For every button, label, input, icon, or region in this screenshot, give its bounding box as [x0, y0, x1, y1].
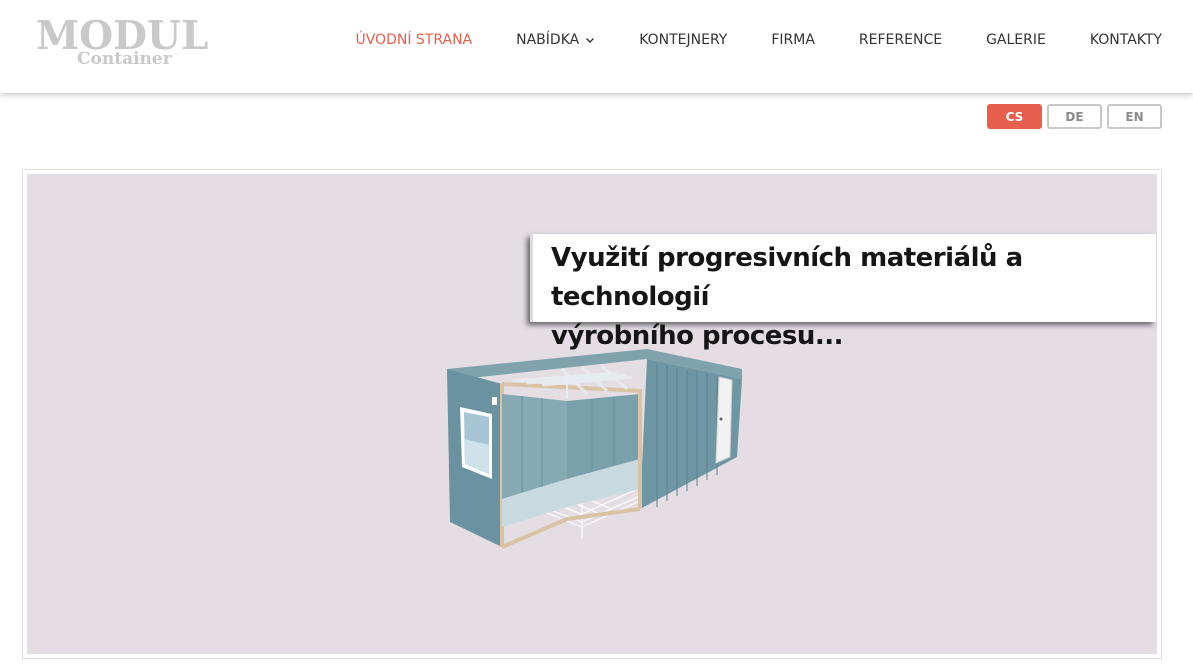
lang-button-en[interactable]: EN	[1107, 104, 1162, 129]
nav-item-label: FIRMA	[771, 32, 815, 48]
slide-caption: Využití progresivních materiálů a techno…	[530, 234, 1156, 351]
nav-item-label: KONTAKTY	[1089, 32, 1162, 48]
nav-item-uvodni-strana[interactable]: ÚVODNÍ STRANA	[355, 30, 472, 50]
main-nav: ÚVODNÍ STRANA NABÍDKA KONTEJNERY FIRMA R…	[355, 30, 1162, 50]
chevron-down-icon	[586, 38, 595, 43]
lang-button-cs[interactable]: CS	[987, 104, 1042, 129]
nav-item-label: KONTEJNERY	[639, 32, 728, 48]
modular-container-illustration	[447, 349, 742, 549]
nav-item-firma[interactable]: FIRMA	[771, 30, 815, 50]
nav-item-label: ÚVODNÍ STRANA	[355, 32, 473, 48]
lang-button-de[interactable]: DE	[1047, 104, 1102, 129]
logo-line2: Container	[77, 49, 172, 69]
nav-item-label: GALERIE	[986, 32, 1046, 48]
nav-item-kontakty[interactable]: KONTAKTY	[1090, 30, 1162, 50]
site-header: MODUL Container ÚVODNÍ STRANA NABÍDKA KO…	[0, 0, 1193, 93]
logo[interactable]: MODUL Container	[36, 16, 208, 72]
nav-item-galerie[interactable]: GALERIE	[986, 30, 1046, 50]
nav-item-nabidka[interactable]: NABÍDKA	[516, 30, 595, 50]
nav-item-reference[interactable]: REFERENCE	[859, 30, 942, 50]
language-switcher: CS DE EN	[982, 104, 1162, 129]
slide[interactable]: Využití progresivních materiálů a techno…	[27, 174, 1157, 654]
nav-item-label: NABÍDKA	[516, 32, 580, 48]
nav-item-kontejnery[interactable]: KONTEJNERY	[639, 30, 727, 50]
nav-item-label: REFERENCE	[858, 32, 943, 48]
hero-slider: Využití progresivních materiálů a techno…	[22, 169, 1162, 659]
